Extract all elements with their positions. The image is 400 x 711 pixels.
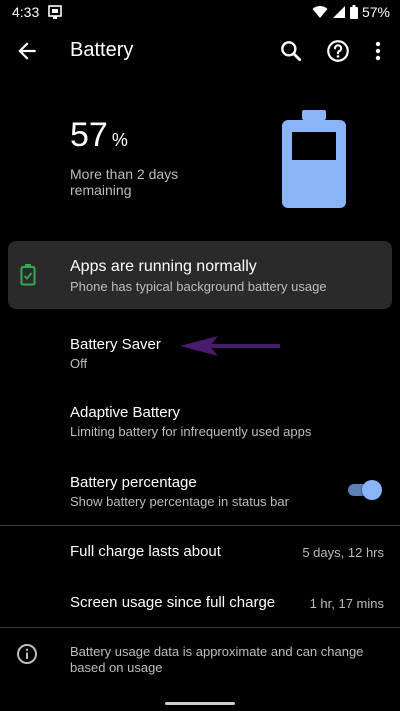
gesture-nav-handle[interactable] [165, 702, 235, 705]
help-icon[interactable] [325, 38, 351, 64]
battery-ok-icon [20, 264, 36, 286]
battery-percent-value: 57 [70, 116, 108, 154]
full-charge-label: Full charge lasts about [70, 543, 221, 560]
notification-icon [48, 5, 62, 19]
battery-percent: 57% [70, 116, 128, 155]
status-battery-level: 57% [361, 4, 390, 20]
battery-saver-subtitle: Off [70, 356, 88, 371]
status-time: 4:33 [12, 4, 40, 20]
battery-percentage-subtitle: Show battery percentage in status bar [70, 494, 289, 509]
battery-percentage-title: Battery percentage [70, 474, 197, 491]
divider [0, 525, 400, 526]
adaptive-battery-title: Adaptive Battery [70, 404, 181, 421]
usage-info-text: Battery usage data is approximate and ca… [70, 644, 364, 675]
arrow-back-icon[interactable] [14, 38, 40, 64]
battery-percentage-item[interactable]: Battery percentage Show battery percenta… [0, 460, 400, 522]
battery-level-icon [280, 110, 348, 210]
screen-usage-label: Screen usage since full charge [70, 594, 276, 611]
info-icon [16, 643, 38, 665]
battery-percentage-toggle[interactable] [346, 480, 384, 500]
status-card-title: Apps are running normally [70, 258, 257, 275]
status-bar: 4:33 57% [0, 0, 400, 26]
status-battery-icon [349, 5, 358, 19]
wifi-icon [312, 5, 328, 19]
battery-remaining: More than 2 days remaining [70, 166, 179, 198]
divider [0, 627, 400, 628]
adaptive-battery-item[interactable]: Adaptive Battery Limiting battery for in… [0, 390, 400, 452]
battery-status-card[interactable]: Apps are running normally Phone has typi… [8, 241, 392, 309]
signal-icon [332, 5, 346, 19]
screen-usage-value: 1 hr, 17 mins [309, 596, 384, 611]
full-charge-value: 5 days, 12 hrs [302, 545, 384, 560]
toggle-thumb [362, 480, 382, 500]
full-charge-row: Full charge lasts about 5 days, 12 hrs [0, 530, 400, 574]
app-bar: Battery [0, 26, 400, 76]
battery-saver-title: Battery Saver [70, 336, 161, 353]
battery-percent-sign: % [111, 130, 128, 150]
screen-usage-row: Screen usage since full charge 1 hr, 17 … [0, 580, 400, 624]
more-vert-icon[interactable] [368, 38, 388, 64]
adaptive-battery-subtitle: Limiting battery for infrequently used a… [70, 424, 312, 439]
annotation-arrow-icon [178, 334, 282, 358]
page-title: Battery [70, 39, 134, 61]
status-indicators: 57% [312, 4, 390, 20]
search-icon[interactable] [278, 38, 304, 64]
status-card-subtitle: Phone has typical background battery usa… [70, 279, 327, 294]
